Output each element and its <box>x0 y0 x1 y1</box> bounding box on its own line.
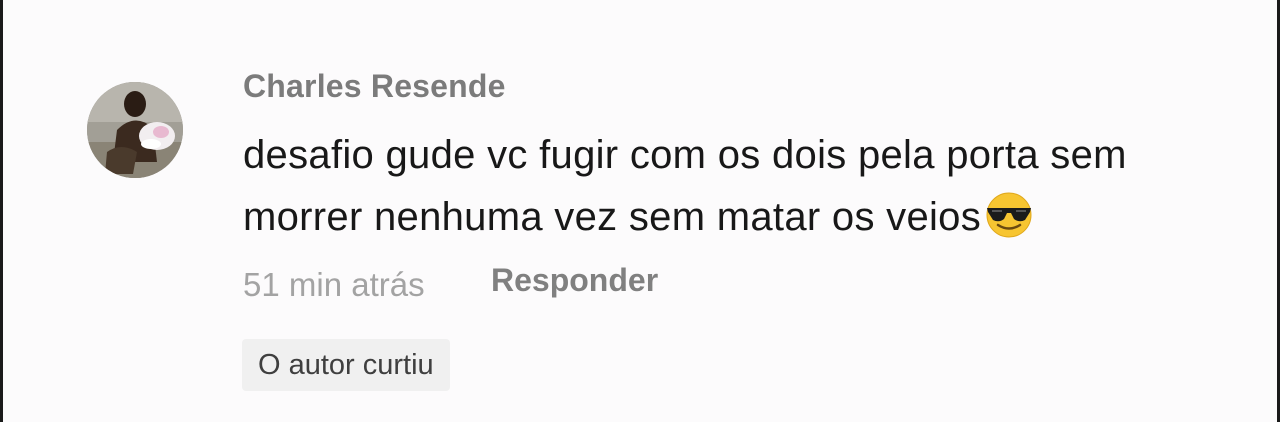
comment-timestamp: 51 min atrás <box>243 266 425 303</box>
comment-item: Charles Resende desafio gude vc fugir co… <box>0 0 1280 422</box>
avatar[interactable] <box>87 82 183 178</box>
comment-author[interactable]: Charles Resende <box>243 68 506 105</box>
author-liked-badge: O autor curtiu <box>242 339 450 391</box>
reply-button[interactable]: Responder <box>491 262 658 299</box>
comment-text: desafio gude vc fugir com os dois pela p… <box>243 124 1253 248</box>
smiling-face-with-sunglasses-icon <box>983 192 1035 238</box>
avatar-photo-icon <box>87 82 183 178</box>
